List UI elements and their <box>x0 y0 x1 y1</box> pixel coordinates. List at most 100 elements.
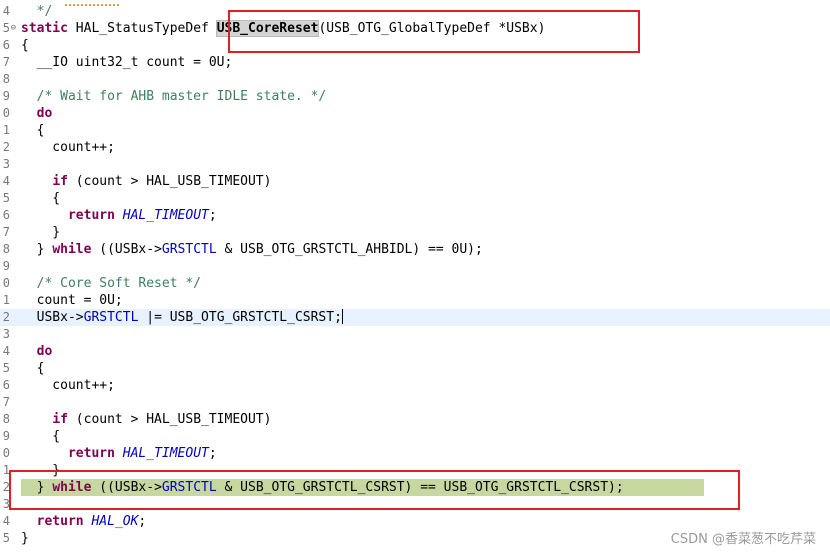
line-number-gutter: 5 <box>0 190 16 207</box>
code-line[interactable]: 0 return HAL_TIMEOUT; <box>0 445 830 462</box>
line-number-gutter: 6 <box>0 37 16 54</box>
fold-collapse-icon[interactable]: ⊖ <box>11 20 16 37</box>
code-line[interactable]: 3 <box>0 496 830 513</box>
code-line[interactable]: 9 { <box>0 428 830 445</box>
code-line[interactable]: 3 <box>0 326 830 343</box>
code-text[interactable]: /* Core Soft Reset */ <box>21 275 201 292</box>
line-number-gutter: 4 <box>0 173 16 190</box>
code-line[interactable]: 2 count++; <box>0 139 830 156</box>
code-token: |= USB_OTG_GRSTCTL_CSRST; <box>138 310 342 325</box>
code-line[interactable]: 4 do <box>0 343 830 360</box>
line-number: 0 <box>2 276 10 290</box>
line-number: 6 <box>2 378 10 392</box>
code-text[interactable]: */ <box>21 3 53 20</box>
code-line[interactable]: 6 return HAL_TIMEOUT; <box>0 207 830 224</box>
code-editor[interactable]: 4 */5 ⊖ static HAL_StatusTypeDef USB_CoreR… <box>0 0 830 553</box>
line-number: 5 <box>2 531 10 545</box>
code-text[interactable]: count = 0U; <box>21 292 123 309</box>
code-token: } <box>21 480 53 495</box>
code-text[interactable]: { <box>21 190 60 207</box>
line-number-gutter: 9 <box>0 88 16 105</box>
code-text[interactable]: { <box>21 122 45 139</box>
code-line[interactable]: 8 if (count > HAL_USB_TIMEOUT) <box>0 411 830 428</box>
code-line[interactable]: 3 <box>0 156 830 173</box>
code-line[interactable]: 0 do <box>0 105 830 122</box>
code-text[interactable]: { <box>21 37 29 54</box>
code-text[interactable]: static HAL_StatusTypeDef USB_CoreReset(U… <box>21 20 545 37</box>
code-line[interactable]: 7 } <box>0 224 830 241</box>
code-text[interactable]: } while ((USBx->GRSTCTL & USB_OTG_GRSTCT… <box>21 241 483 258</box>
code-line[interactable]: 2 } while ((USBx->GRSTCTL & USB_OTG_GRST… <box>0 479 830 496</box>
code-text[interactable]: __IO uint32_t count = 0U; <box>21 54 233 71</box>
code-token: (count > HAL_USB_TIMEOUT) <box>67 174 272 189</box>
code-text[interactable]: count++; <box>21 139 115 156</box>
code-text[interactable]: } <box>21 224 60 241</box>
code-line[interactable]: 6{ <box>0 37 830 54</box>
code-line[interactable]: 5 { <box>0 190 830 207</box>
code-line[interactable]: 8 } while ((USBx->GRSTCTL & USB_OTG_GRST… <box>0 241 830 258</box>
line-number-gutter: 5 ⊖ <box>0 20 16 37</box>
code-text[interactable]: } <box>21 530 29 547</box>
code-line[interactable]: 5 { <box>0 360 830 377</box>
code-line[interactable]: 7 <box>0 394 830 411</box>
code-line[interactable]: 1 { <box>0 122 830 139</box>
code-token: GRSTCTL <box>161 480 217 495</box>
code-token: static <box>21 21 76 36</box>
code-text[interactable]: if (count > HAL_USB_TIMEOUT) <box>21 173 271 190</box>
line-number: 4 <box>2 174 10 188</box>
code-token: ; <box>208 446 217 461</box>
code-text[interactable]: if (count > HAL_USB_TIMEOUT) <box>21 411 271 428</box>
line-number-gutter: 0 <box>0 275 16 292</box>
line-number-gutter: 1 <box>0 292 16 309</box>
code-token: while <box>52 242 92 257</box>
code-token: /* Core Soft Reset */ <box>21 276 202 291</box>
code-token: } <box>21 531 29 546</box>
line-number: 5 <box>2 361 10 375</box>
code-line[interactable]: 4 */ <box>0 3 830 20</box>
code-token: HAL_StatusTypeDef <box>75 21 217 36</box>
code-text[interactable]: { <box>21 428 60 445</box>
line-number: 3 <box>2 497 10 511</box>
line-number: 8 <box>2 72 10 86</box>
code-text[interactable]: return HAL_OK; <box>21 513 147 530</box>
line-number: 3 <box>2 327 10 341</box>
code-line[interactable]: 8 <box>0 71 830 88</box>
code-line[interactable]: 7 __IO uint32_t count = 0U; <box>0 54 830 71</box>
code-line[interactable]: 5 ⊖ static HAL_StatusTypeDef USB_CoreReset… <box>0 20 830 37</box>
code-text[interactable]: return HAL_TIMEOUT; <box>21 207 217 224</box>
code-line[interactable]: 1 } <box>0 462 830 479</box>
code-token: (USB_OTG_GlobalTypeDef *USBx) <box>318 21 546 36</box>
code-token: (count > HAL_USB_TIMEOUT) <box>67 412 272 427</box>
code-line[interactable]: 9 /* Wait for AHB master IDLE state. */ <box>0 88 830 105</box>
code-token: return <box>67 446 115 461</box>
code-line[interactable]: 4 if (count > HAL_USB_TIMEOUT) <box>0 173 830 190</box>
code-text[interactable]: USBx->GRSTCTL |= USB_OTG_GRSTCTL_CSRST; <box>21 309 343 326</box>
code-text[interactable]: /* Wait for AHB master IDLE state. */ <box>21 88 327 105</box>
line-number-gutter: 1 <box>0 122 16 139</box>
line-number-gutter: 2 <box>0 479 16 496</box>
code-line[interactable]: 6 count++; <box>0 377 830 394</box>
line-number: 4 <box>2 344 10 358</box>
code-text[interactable]: } <box>21 462 60 479</box>
line-number-gutter: 8 <box>0 411 16 428</box>
code-line[interactable]: 1 count = 0U; <box>0 292 830 309</box>
line-number-gutter: 0 <box>0 105 16 122</box>
code-line[interactable]: 2 USBx->GRSTCTL |= USB_OTG_GRSTCTL_CSRST… <box>0 309 830 326</box>
code-line[interactable]: 0 /* Core Soft Reset */ <box>0 275 830 292</box>
code-token: __IO uint32_t count = 0U; <box>21 55 233 70</box>
line-number-gutter: 9 <box>0 428 16 445</box>
code-text[interactable]: do <box>21 105 53 122</box>
code-text[interactable]: do <box>21 343 53 360</box>
code-text[interactable]: { <box>21 360 45 377</box>
code-text[interactable]: return HAL_TIMEOUT; <box>21 445 217 462</box>
code-token: count++; <box>21 140 115 155</box>
code-text[interactable]: } while ((USBx->GRSTCTL & USB_OTG_GRSTCT… <box>21 479 624 496</box>
code-line[interactable]: 9 <box>0 258 830 275</box>
code-text[interactable]: count++; <box>21 377 115 394</box>
line-number-gutter: 4 <box>0 3 16 20</box>
